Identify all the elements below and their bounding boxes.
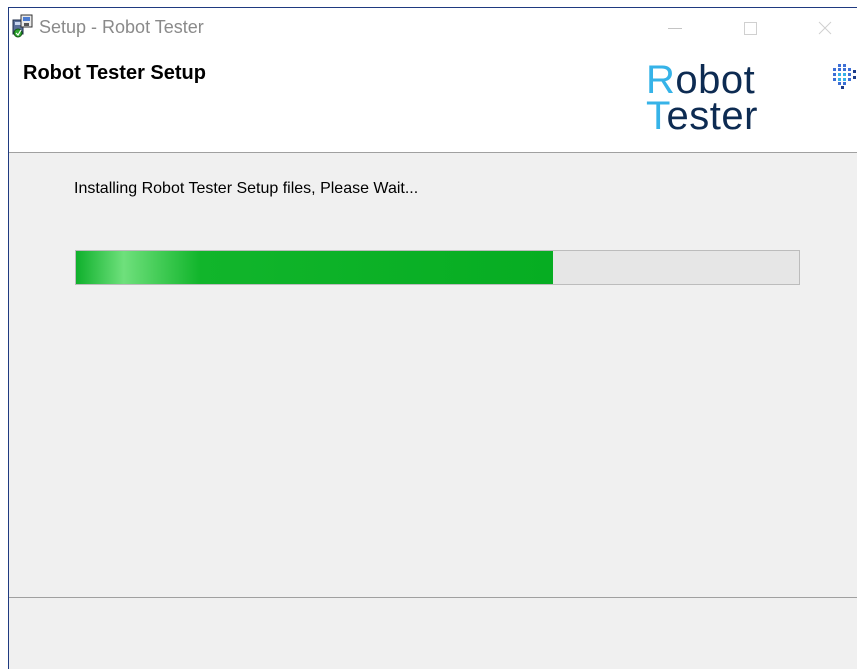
close-icon bbox=[818, 21, 832, 35]
robot-tester-logo: Robot Tester bbox=[646, 60, 758, 136]
window-title: Setup - Robot Tester bbox=[39, 17, 204, 37]
progress-bar-fill bbox=[76, 251, 554, 284]
close-button[interactable] bbox=[799, 8, 851, 48]
minimize-icon bbox=[668, 27, 682, 29]
logo-line-1: Robot bbox=[646, 60, 758, 100]
header-banner: Robot Tester Setup Robot Tester bbox=[9, 48, 857, 153]
footer-divider bbox=[9, 597, 857, 598]
robot-tester-logo-mark-icon bbox=[829, 62, 857, 92]
page-title: Robot Tester Setup bbox=[23, 62, 206, 84]
install-status-text: Installing Robot Tester Setup files, Ple… bbox=[74, 180, 419, 197]
logo-cap-t: T bbox=[646, 94, 667, 138]
maximize-icon bbox=[743, 21, 757, 35]
minimize-button[interactable] bbox=[649, 8, 701, 48]
title-bar[interactable]: Setup - Robot Tester bbox=[9, 8, 857, 48]
setup-window: Setup - Robot Tester Robot Tester Setup … bbox=[8, 7, 857, 669]
install-progress-bar bbox=[75, 250, 800, 285]
installer-icon bbox=[12, 14, 34, 38]
logo-line-2: Tester bbox=[646, 96, 758, 136]
logo-rest-ester: ester bbox=[666, 94, 758, 138]
maximize-button[interactable] bbox=[724, 8, 776, 48]
